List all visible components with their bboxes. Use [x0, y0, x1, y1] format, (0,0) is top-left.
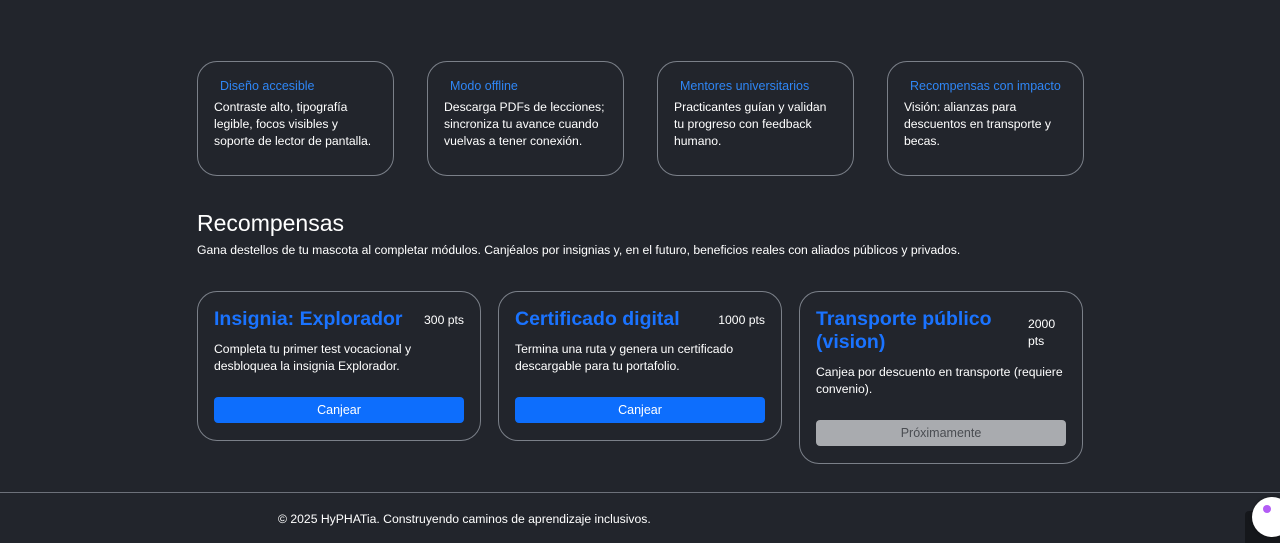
- feature-text: Contraste alto, tipografía legible, foco…: [214, 100, 372, 148]
- reward-card-digital-certificate: Certificado digital 1000 pts Termina una…: [498, 291, 782, 441]
- feature-title: Mentores universitarios: [680, 79, 810, 93]
- feature-title: Modo offline: [450, 79, 518, 93]
- reward-header: Certificado digital 1000 pts: [515, 308, 765, 331]
- redeem-button[interactable]: Canjear: [214, 397, 464, 423]
- feature-card-offline-mode: Modo offline Descarga PDFs de lecciones;…: [427, 61, 624, 176]
- reward-card-explorer-badge: Insignia: Explorador 300 pts Completa tu…: [197, 291, 481, 441]
- reward-card-public-transport: Transporte público (vision) 2000 pts Can…: [799, 291, 1083, 464]
- rewards-section-title: Recompensas: [197, 210, 345, 236]
- feature-card-mentors: Mentores universitarios Practicantes guí…: [657, 61, 854, 176]
- feature-text: Descarga PDFs de lecciones; sincroniza t…: [444, 100, 605, 148]
- reward-title: Transporte público (vision): [816, 308, 992, 353]
- footer-divider: [0, 492, 1280, 493]
- reward-description: Termina una ruta y genera un certificado…: [515, 342, 734, 373]
- reward-title: Certificado digital: [515, 308, 680, 330]
- page: Diseño accesible Contraste alto, tipogra…: [0, 0, 1280, 543]
- reward-points: 2000 pts: [1028, 317, 1056, 348]
- rewards-section-description: Gana destellos de tu mascota al completa…: [197, 243, 961, 257]
- feature-card-accessible-design: Diseño accesible Contraste alto, tipogra…: [197, 61, 394, 176]
- reward-description: Completa tu primer test vocacional y des…: [214, 342, 412, 373]
- chat-widget-icon: [1263, 505, 1271, 513]
- feature-title: Diseño accesible: [220, 79, 315, 93]
- reward-header: Transporte público (vision) 2000 pts: [816, 308, 1066, 354]
- reward-list: Insignia: Explorador 300 pts Completa tu…: [197, 291, 1083, 464]
- feature-text: Visión: alianzas para descuentos en tran…: [904, 100, 1052, 148]
- feature-list: Diseño accesible Contraste alto, tipogra…: [197, 61, 1084, 176]
- feature-text: Practicantes guían y validan tu progreso…: [674, 100, 827, 148]
- coming-soon-button[interactable]: Próximamente: [816, 420, 1066, 446]
- feature-title: Recompensas con impacto: [910, 79, 1061, 93]
- reward-points: 1000 pts: [718, 313, 765, 327]
- reward-header: Insignia: Explorador 300 pts: [214, 308, 464, 331]
- reward-title: Insignia: Explorador: [214, 308, 403, 330]
- reward-points: 300 pts: [424, 313, 464, 327]
- reward-description: Canjea por descuento en transporte (requ…: [816, 365, 1063, 396]
- feature-card-impact-rewards: Recompensas con impacto Visión: alianzas…: [887, 61, 1084, 176]
- redeem-button[interactable]: Canjear: [515, 397, 765, 423]
- footer-copyright: © 2025 HyPHATia. Construyendo caminos de…: [278, 512, 651, 526]
